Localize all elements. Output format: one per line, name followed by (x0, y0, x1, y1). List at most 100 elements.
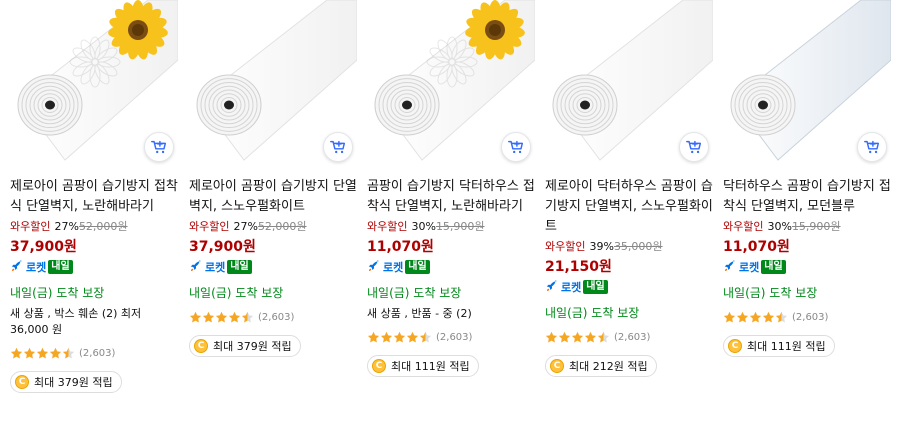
sale-price: 21,150원 (545, 259, 612, 275)
add-to-cart-button[interactable] (501, 132, 531, 162)
original-price: 35,000원 (613, 240, 663, 253)
original-price: 52,000원 (78, 220, 128, 233)
coin-icon: C (372, 359, 386, 373)
star-rating (723, 311, 788, 324)
original-price: 15,900원 (791, 220, 841, 233)
delivery-guarantee: 내일(금) 도착 보장 (189, 286, 284, 300)
star-icon (406, 331, 419, 342)
rocket-delivery-badge: 로켓 내일 (189, 258, 357, 276)
star-icon (23, 347, 36, 358)
rocket-icon (189, 258, 203, 277)
star-icon (597, 331, 610, 342)
star-icon (775, 311, 788, 322)
star-icon (241, 311, 254, 322)
rating: (2,603) (723, 309, 891, 325)
star-icon (749, 311, 762, 322)
star-icon (723, 311, 736, 322)
add-to-cart-icon (686, 140, 702, 154)
star-icon (584, 331, 597, 342)
star-icon (380, 331, 393, 342)
original-price: 15,900원 (435, 220, 485, 233)
discount-label: 와우할인 (10, 220, 51, 233)
tomorrow-badge: 내일 (227, 260, 252, 274)
rocket-label: 로켓 (739, 261, 760, 274)
sale-price: 37,900원 (10, 239, 77, 255)
product-card[interactable]: 닥터하우스 곰팡이 습기방지 접착식 단열벽지, 모던블루 와우할인 30%15,… (723, 0, 891, 427)
rocket-label: 로켓 (561, 281, 582, 294)
discount-rate: 27% (54, 220, 79, 233)
product-name[interactable]: 제로아이 곰팡이 습기방지 접착식 단열벽지, 노란해바라기 (10, 177, 178, 217)
rocket-label: 로켓 (205, 261, 226, 274)
add-to-cart-icon (508, 140, 524, 154)
star-icon (545, 331, 558, 342)
product-card[interactable]: 곰팡이 습기방지 닥터하우스 접착식 단열벽지, 노란해바라기 와우할인 30%1… (367, 0, 535, 427)
discount-row: 와우할인 27%52,000원 (189, 219, 357, 235)
reward-text: 최대 379원 적립 (34, 376, 113, 389)
discount-row: 와우할인 27%52,000원 (10, 219, 178, 235)
discount-label: 와우할인 (367, 220, 408, 233)
add-to-cart-button[interactable] (679, 132, 709, 162)
star-rating (545, 331, 610, 344)
rating: (2,603) (189, 309, 357, 325)
reward-text: 최대 111원 적립 (747, 340, 826, 353)
product-image[interactable] (189, 0, 357, 168)
tomorrow-badge: 내일 (48, 260, 73, 274)
reward-text: 최대 212원 적립 (569, 360, 648, 373)
delivery-guarantee: 내일(금) 도착 보장 (10, 286, 105, 300)
product-name[interactable]: 곰팡이 습기방지 닥터하우스 접착식 단열벽지, 노란해바라기 (367, 177, 535, 217)
product-card[interactable]: 제로아이 닥터하우스 곰팡이 습기방지 단열벽지, 스노우펄화이트 와우할인 39… (545, 0, 713, 427)
add-to-cart-button[interactable] (144, 132, 174, 162)
rating: (2,603) (545, 329, 713, 345)
used-offer-text[interactable]: 새 상품 , 박스 훼손 (2) 최저 36,000 원 (10, 306, 178, 338)
discount-label: 와우할인 (723, 220, 764, 233)
review-count: (2,603) (792, 311, 829, 323)
reward-badge: C 최대 379원 적립 (10, 371, 122, 393)
coin-icon: C (194, 339, 208, 353)
reward-text: 최대 111원 적립 (391, 360, 470, 373)
add-to-cart-icon (864, 140, 880, 154)
star-icon (10, 347, 23, 358)
product-image[interactable] (723, 0, 891, 168)
reward-badge: C 최대 111원 적립 (367, 355, 479, 377)
discount-rate: 39% (589, 240, 614, 253)
product-image[interactable] (10, 0, 178, 168)
star-icon (202, 311, 215, 322)
star-icon (367, 331, 380, 342)
sale-price: 37,900원 (189, 239, 256, 255)
add-to-cart-icon (330, 140, 346, 154)
discount-rate: 30% (411, 220, 436, 233)
rocket-icon (723, 258, 737, 277)
discount-rate: 27% (233, 220, 258, 233)
reward-badge: C 최대 379원 적립 (189, 335, 301, 357)
product-grid: 제로아이 곰팡이 습기방지 접착식 단열벽지, 노란해바라기 와우할인 27%52… (0, 0, 901, 427)
delivery-guarantee: 내일(금) 도착 보장 (367, 286, 462, 300)
product-name[interactable]: 제로아이 곰팡이 습기방지 단열벽지, 스노우펄화이트 (189, 177, 357, 217)
product-name[interactable]: 제로아이 닥터하우스 곰팡이 습기방지 단열벽지, 스노우펄화이트 (545, 177, 713, 237)
rocket-label: 로켓 (26, 261, 47, 274)
rocket-icon (367, 258, 381, 277)
rating: (2,603) (10, 345, 178, 361)
review-count: (2,603) (614, 331, 651, 343)
reward-badge: C 최대 111원 적립 (723, 335, 835, 357)
tomorrow-badge: 내일 (405, 260, 430, 274)
add-to-cart-button[interactable] (323, 132, 353, 162)
product-card[interactable]: 제로아이 곰팡이 습기방지 접착식 단열벽지, 노란해바라기 와우할인 27%52… (10, 0, 178, 427)
star-icon (558, 331, 571, 342)
tomorrow-badge: 내일 (761, 260, 786, 274)
coin-icon: C (550, 359, 564, 373)
product-name[interactable]: 닥터하우스 곰팡이 습기방지 접착식 단열벽지, 모던블루 (723, 177, 891, 217)
used-offer-text[interactable]: 새 상품 , 반품 - 중 (2) (367, 306, 535, 322)
tomorrow-badge: 내일 (583, 280, 608, 294)
product-image[interactable] (367, 0, 535, 168)
add-to-cart-button[interactable] (857, 132, 887, 162)
discount-label: 와우할인 (189, 220, 230, 233)
star-rating (10, 347, 75, 360)
rocket-delivery-badge: 로켓 내일 (723, 258, 891, 276)
reward-text: 최대 379원 적립 (213, 340, 292, 353)
product-image[interactable] (545, 0, 713, 168)
sale-price: 11,070원 (367, 239, 434, 255)
original-price: 52,000원 (257, 220, 307, 233)
star-rating (367, 331, 432, 344)
product-card[interactable]: 제로아이 곰팡이 습기방지 단열벽지, 스노우펄화이트 와우할인 27%52,00… (189, 0, 357, 427)
review-count: (2,603) (258, 311, 295, 323)
